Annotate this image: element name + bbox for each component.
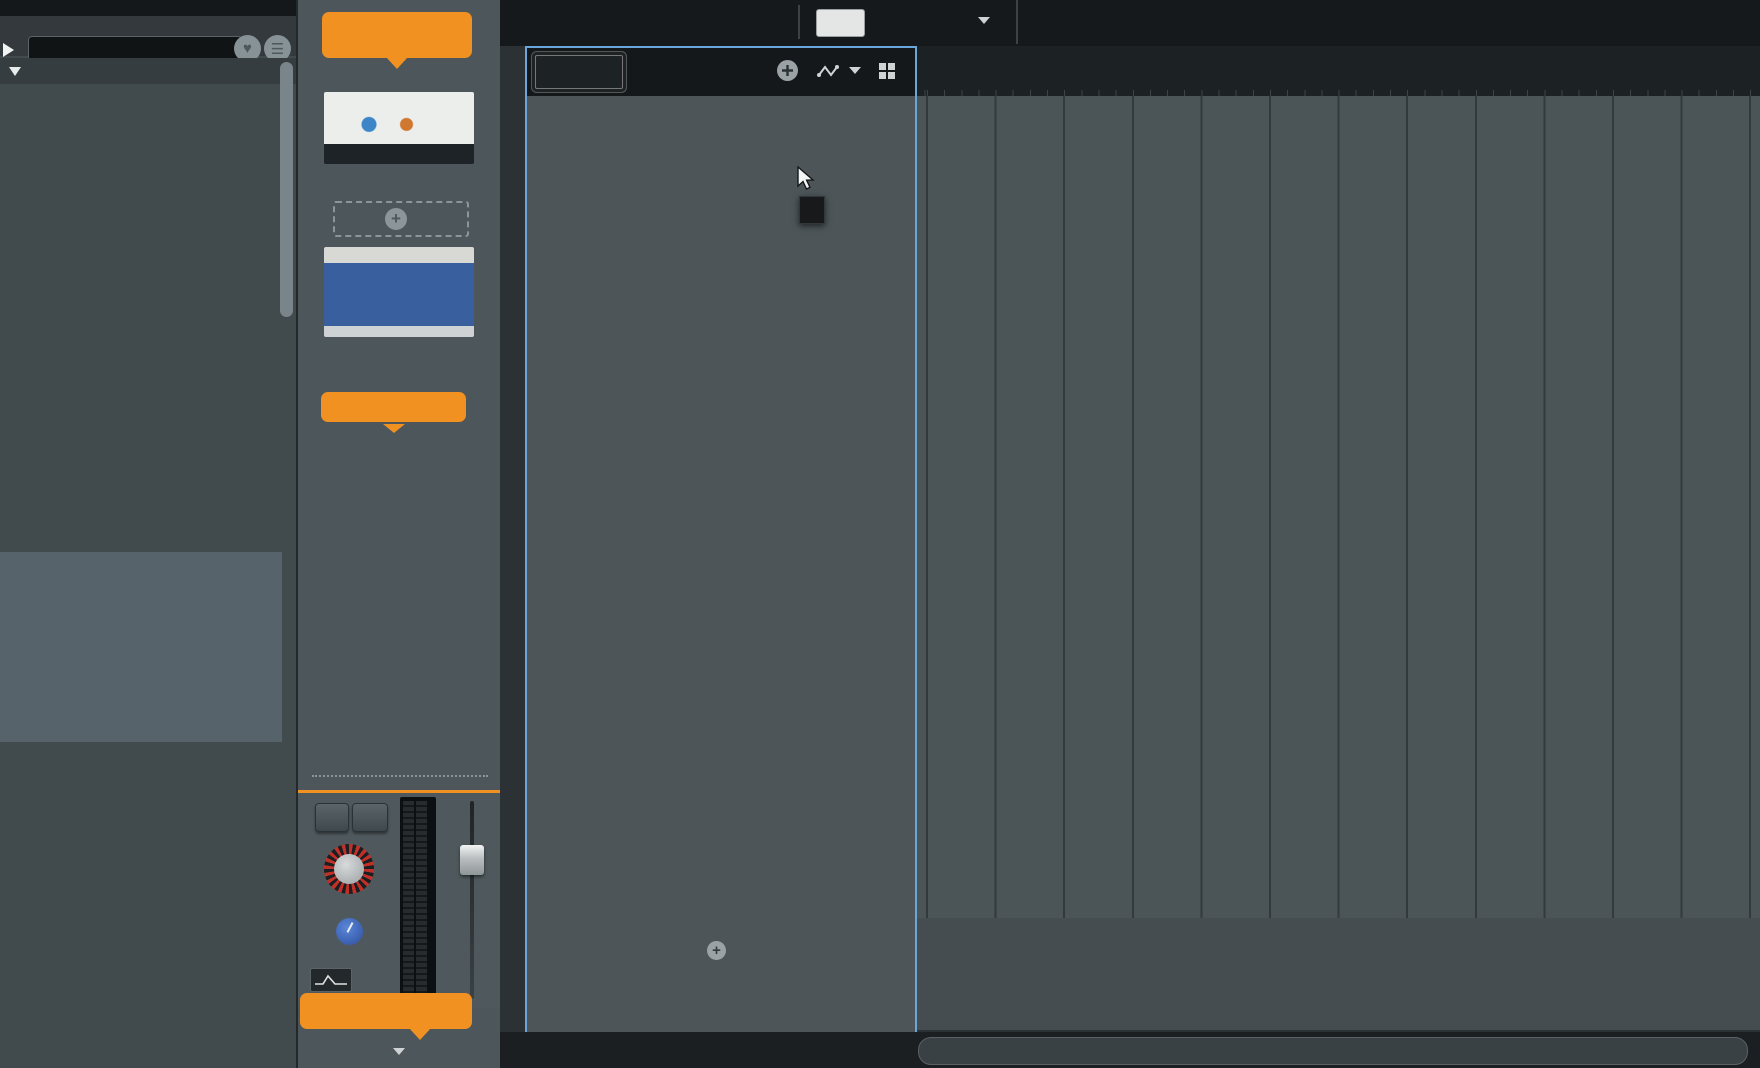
plus-circle-icon [776,59,799,82]
channel-strip [298,790,500,1008]
collapse-triangle-icon [9,67,21,76]
bottom-track-banner[interactable] [300,993,472,1029]
automation-menu-button[interactable] [817,62,843,80]
grid-footer [917,918,1760,1030]
hamburger-icon: ☰ [271,40,284,58]
header-tail [383,424,405,433]
select-groove-tooltip [799,196,825,224]
heart-icon: ♥ [243,40,252,57]
mix-channel-header[interactable] [321,392,466,422]
anchored-pattern-thumbnail[interactable] [324,92,474,164]
add-player-button[interactable]: + [333,201,469,237]
browser-tabs [0,0,296,16]
timeline-ruler[interactable] [917,46,1760,98]
scope-wave-icon [311,969,351,991]
chevron-down-icon [393,1048,405,1055]
chevron-down-icon [978,17,990,24]
browser-panel: ♥ ☰ [0,0,298,1068]
scope-button[interactable] [310,968,352,992]
pan-knob[interactable] [324,844,374,894]
track-list-header [527,48,915,96]
solo-button[interactable] [352,803,388,832]
panel-divider [312,775,488,777]
chevron-down-icon[interactable] [849,67,861,74]
transport-bar [500,1032,1760,1068]
manual-rec-button[interactable] [535,55,623,89]
toolbar-divider [1016,0,1018,44]
plus-icon: + [385,208,407,230]
toolbar-divider [798,5,800,39]
add-device-button[interactable] [776,59,799,82]
browser-scrollbar[interactable] [280,62,293,317]
volume-fader-handle[interactable] [460,845,484,875]
header-tail [386,57,408,69]
track-device-header[interactable] [322,12,472,58]
bar-lines [917,96,1760,918]
master-selector[interactable] [298,1042,500,1059]
volume-fader-track[interactable] [470,801,474,999]
automation-wave-icon [817,62,843,80]
mute-button[interactable] [315,803,349,832]
snap-button[interactable] [816,9,865,37]
browser-search-row: ♥ ☰ [0,16,296,56]
reason-app: ♥ ☰ + [0,0,1760,1068]
pumping-synth-thumbnail[interactable] [324,247,474,337]
selected-item-highlight [0,552,282,742]
song-overview-strip[interactable] [918,1037,1748,1065]
width-knob[interactable] [336,918,363,945]
banner-tail [409,1028,431,1040]
browser-group-header[interactable] [0,58,296,84]
device-column: + [298,0,500,1068]
grid-icon [877,61,897,81]
track-view-grid-button[interactable] [877,61,897,81]
sequencer-toolbar [500,0,1760,46]
arrangement-grid[interactable] [917,96,1760,1030]
track-list-panel: + [525,46,917,1034]
mouse-cursor [794,166,818,192]
level-meter [400,797,436,1003]
add-track-button[interactable]: + [527,933,915,967]
play-icon[interactable] [3,43,14,57]
plus-icon: + [707,941,726,960]
snap-value-dropdown[interactable] [920,10,990,30]
